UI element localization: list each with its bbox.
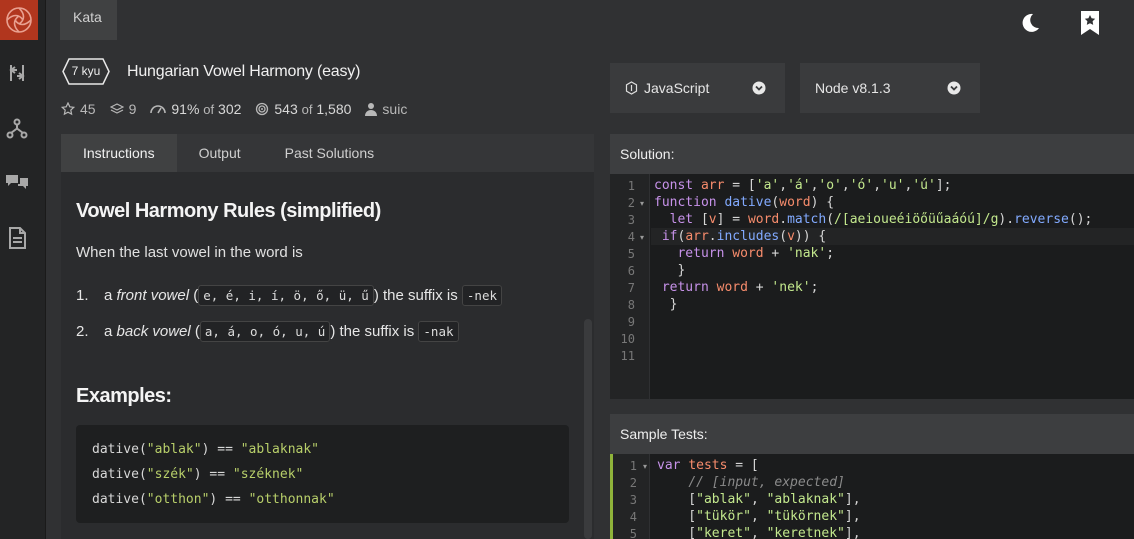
line-number: 1: [629, 459, 637, 473]
rating-icon: [150, 105, 167, 114]
document-icon[interactable]: [5, 226, 29, 250]
solution-editor[interactable]: 1 const arr = ['a','á','o','ó','u','ú']; 2…: [610, 174, 1134, 399]
instructions-scrollbar[interactable]: [584, 319, 592, 539]
codewars-logo[interactable]: [0, 0, 38, 40]
code-line: // [input, expected]: [688, 475, 845, 490]
example-line: dative("otthon") == "otthonnak": [92, 492, 335, 507]
code-line: const arr = ['a','á','o','ó','u','ú'];: [654, 178, 952, 193]
author-stat[interactable]: suic: [365, 101, 407, 117]
example-line: dative("szék") == "széknek": [92, 467, 304, 482]
line-number: 4: [629, 510, 637, 524]
rank-label: 7 kyu: [71, 64, 101, 78]
stars-stat[interactable]: 45: [61, 101, 96, 117]
logo-icon: [6, 7, 32, 33]
fold-toggle-icon[interactable]: ▾: [643, 462, 647, 471]
examples-code-block: dative("ablak") == "ablaknak" dative("sz…: [76, 425, 569, 523]
tab-instructions[interactable]: Instructions: [61, 134, 177, 172]
tab-kata[interactable]: Kata: [60, 0, 117, 40]
line-number: 9: [627, 315, 635, 329]
satisfaction-stat: 91% of 302: [150, 101, 241, 117]
sample-tests-panel: Sample Tests: 1 ▾ var tests = [ 2 // [input…: [610, 414, 1134, 539]
code-line: return word + 'nek';: [661, 280, 819, 295]
tab-past-solutions[interactable]: Past Solutions: [263, 134, 397, 172]
star-icon: [61, 102, 75, 116]
collections-stat[interactable]: 9: [109, 101, 136, 117]
line-number: 3: [627, 213, 635, 227]
examples-heading: Examples:: [76, 385, 172, 407]
example-line: dative("ablak") == "ablaknak": [92, 442, 320, 457]
fold-toggle-icon[interactable]: ▾: [640, 233, 644, 242]
code-line: ["ablak", "ablaknak"],: [657, 492, 861, 507]
code-line: let [v] = word.match(/[aeioueéiöőüűaáóú]…: [669, 212, 1093, 227]
line-number: 6: [627, 264, 635, 278]
kata-stats: 45 9 91% of 302 543 of 1,580 suic: [61, 101, 421, 117]
solution-panel: Solution: 1 const arr = ['a','á','o','ó',…: [610, 134, 1134, 399]
sample-tests-label: Sample Tests:: [610, 414, 1134, 454]
code-line: ["keret", "keretnek"],: [657, 526, 861, 539]
kata-title: Hungarian Vowel Harmony (easy): [127, 63, 361, 80]
practice-icon[interactable]: [5, 61, 29, 85]
line-number: 1: [627, 179, 635, 193]
code-line: ["tükör", "tükörnek"],: [657, 509, 861, 524]
line-number: 2: [629, 476, 637, 490]
target-icon: [256, 102, 269, 116]
rank-badge: 7 kyu: [62, 58, 110, 85]
line-number: 2: [627, 196, 635, 210]
solution-label: Solution:: [610, 134, 1134, 174]
chat-icon[interactable]: [5, 170, 29, 194]
code-line: if(arr.includes(v)) {: [661, 229, 827, 244]
tab-output[interactable]: Output: [177, 134, 263, 172]
line-number: 10: [620, 332, 635, 346]
chevron-down-icon: [947, 81, 961, 95]
line-number: 8: [627, 298, 635, 312]
bookmark-icon[interactable]: [1077, 10, 1103, 36]
code-line: var tests = [: [657, 458, 759, 473]
code-line: }: [654, 263, 686, 278]
instructions-panel: Instructions Output Past Solutions Vowel…: [61, 134, 594, 539]
line-number: 11: [620, 349, 635, 363]
chevron-down-icon: [752, 81, 766, 95]
user-icon: [365, 103, 378, 116]
fork-icon[interactable]: [5, 116, 29, 140]
line-number: 4: [627, 230, 635, 244]
language-dropdown[interactable]: JavaScript: [610, 63, 785, 113]
sample-tests-editor[interactable]: 1 ▾ var tests = [ 2 // [input, expected] 3 […: [610, 454, 1134, 539]
instructions-intro: When the last vowel in the word is: [76, 244, 303, 261]
code-line: return word + 'nak';: [677, 246, 835, 261]
moon-icon[interactable]: [1017, 10, 1043, 36]
rule-item: 1. a front vowel (e, é, i, í, ö, ő, ü, ű)…: [76, 285, 503, 306]
line-number: 5: [629, 527, 637, 539]
line-number: 5: [627, 247, 635, 261]
line-number: 3: [629, 493, 637, 507]
completed-stat: 543 of 1,580: [255, 101, 351, 117]
layers-icon: [109, 103, 124, 114]
fold-toggle-icon[interactable]: ▾: [640, 199, 644, 208]
rule-item: 2. a back vowel (a, á, o, ó, u, ú) the su…: [76, 321, 459, 342]
code-line: }: [654, 297, 678, 312]
sidebar: [0, 0, 46, 539]
panel-tabs: Instructions Output Past Solutions: [61, 134, 594, 172]
instructions-heading: Vowel Harmony Rules (simplified): [76, 200, 381, 222]
code-line: function dative(word) {: [654, 195, 835, 210]
line-number: 7: [627, 281, 635, 295]
version-dropdown[interactable]: Node v8.1.3: [800, 63, 980, 113]
javascript-icon: [625, 81, 638, 95]
